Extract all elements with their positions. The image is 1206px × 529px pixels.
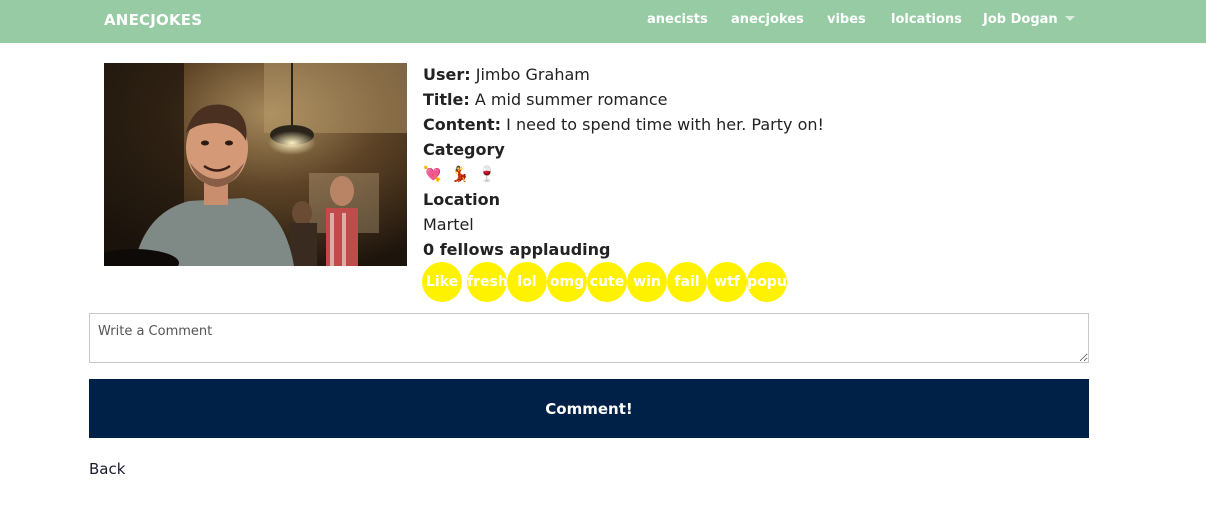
- location-label: Location: [423, 190, 500, 209]
- reaction-lol-button[interactable]: lol: [507, 262, 547, 302]
- comment-submit-button[interactable]: Comment!: [89, 379, 1089, 438]
- title-row: Title: A mid summer romance: [423, 87, 923, 112]
- category-emojis: 💘 💃 🍷: [423, 165, 499, 183]
- nav-link-anecists[interactable]: anecists: [647, 0, 708, 43]
- user-row: User: Jimbo Graham: [423, 62, 923, 87]
- person-photo-icon: [104, 63, 407, 266]
- reaction-popu-button[interactable]: popu: [747, 262, 787, 302]
- nav-link-vibes[interactable]: vibes: [827, 0, 866, 43]
- user-menu-label: Job Dogan: [983, 12, 1058, 27]
- user-value: Jimbo Graham: [475, 65, 590, 84]
- reaction-like-button[interactable]: Like: [422, 262, 462, 302]
- reaction-omg-button[interactable]: omg: [547, 262, 587, 302]
- reaction-fresh-button[interactable]: fresh: [467, 262, 507, 302]
- content-row: Content: I need to spend time with her. …: [423, 112, 923, 137]
- chevron-down-icon: [1064, 16, 1075, 21]
- reaction-cute-button[interactable]: cute: [587, 262, 627, 302]
- nav-link-anecjokes[interactable]: anecjokes: [731, 0, 804, 43]
- applause-count: 0 fellows applauding: [423, 237, 923, 262]
- brand-logo[interactable]: ANECJOKES: [104, 0, 202, 43]
- top-navbar: ANECJOKES anecists anecjokes vibes lolca…: [0, 0, 1206, 43]
- post-photo: [104, 63, 407, 266]
- nav-link-lolcations[interactable]: lolcations: [891, 0, 962, 43]
- title-label: Title:: [423, 90, 470, 109]
- category-label: Category: [423, 140, 505, 159]
- reaction-win-button[interactable]: win: [627, 262, 667, 302]
- reaction-fail-button[interactable]: fail: [667, 262, 707, 302]
- location-heading: Location: [423, 187, 923, 212]
- reaction-buttons: Like fresh lol omg cute win fail wtf pop…: [422, 262, 802, 302]
- applause-text: 0 fellows applauding: [423, 240, 611, 259]
- reaction-wtf-button[interactable]: wtf: [707, 262, 747, 302]
- content-value: I need to spend time with her. Party on!: [506, 115, 824, 134]
- back-link[interactable]: Back: [89, 459, 125, 479]
- location-value: Martel: [423, 215, 474, 234]
- category-heading: Category: [423, 137, 923, 162]
- post-details: User: Jimbo Graham Title: A mid summer r…: [423, 62, 923, 262]
- comment-input[interactable]: [89, 313, 1089, 363]
- title-value: A mid summer romance: [474, 90, 668, 109]
- user-menu-dropdown[interactable]: Job Dogan: [983, 0, 1075, 43]
- user-label: User:: [423, 65, 471, 84]
- content-label: Content:: [423, 115, 502, 134]
